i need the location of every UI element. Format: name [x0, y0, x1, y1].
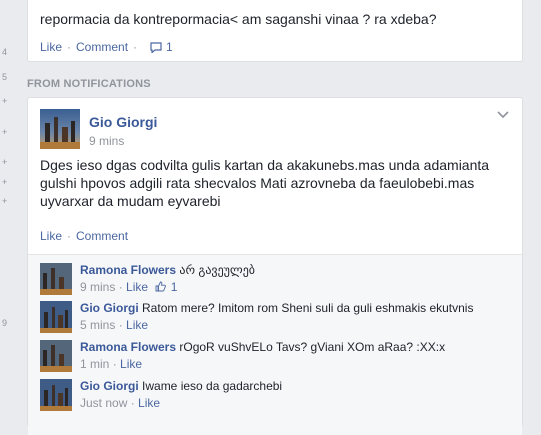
comment-text: Ratom mere? Imitom rom Sheni suli da gul… [142, 301, 474, 315]
comment-line: Ramona Flowers rOgoR vuShvELo Tavs? gVia… [80, 340, 445, 354]
comment-item: Ramona Flowers არ გავეულებ 9 mins · Like… [40, 263, 510, 297]
left-rail: 4 5 + + + + + 9 [0, 0, 14, 416]
comment-avatar[interactable] [40, 340, 72, 372]
separator-dot: · [118, 318, 127, 332]
comment-line: Ramona Flowers არ გავეულებ [80, 263, 255, 277]
comment-time[interactable]: 1 min [80, 357, 109, 371]
like-link[interactable]: Like [40, 229, 62, 243]
rail-mark: + [2, 196, 8, 206]
rail-mark: 9 [2, 318, 8, 328]
comment-text: Iwame ieso da gadarchebi [142, 379, 283, 393]
comment-line: Gio Giorgi Ratom mere? Imitom rom Sheni … [80, 301, 473, 315]
post-actions: Like · Comment [40, 229, 128, 243]
comment-time[interactable]: 5 mins [80, 318, 115, 332]
comment-text: არ გავეულებ [179, 263, 256, 277]
previous-post-card: repormacia da kontrepormacia< am sagansh… [27, 0, 523, 62]
comment-like-link[interactable]: Like [126, 318, 148, 332]
comment-author[interactable]: Gio Giorgi [80, 301, 139, 315]
comment-like-link[interactable]: Like [120, 357, 142, 371]
author-avatar[interactable] [40, 109, 80, 149]
rail-mark: 4 [2, 47, 8, 57]
rail-mark: + [2, 96, 8, 106]
comment-link[interactable]: Comment [76, 229, 128, 243]
comment-like-link[interactable]: Like [126, 280, 148, 294]
rail-mark: + [2, 127, 8, 137]
post-author-name[interactable]: Gio Giorgi [89, 114, 157, 130]
separator-dot: · [67, 229, 72, 243]
rail-mark: + [2, 157, 8, 167]
post-timestamp[interactable]: 9 mins [89, 134, 124, 148]
separator-dot: · [67, 40, 72, 54]
comment-author[interactable]: Gio Giorgi [80, 379, 139, 393]
comment-avatar[interactable] [40, 301, 72, 333]
rail-mark: + [2, 177, 8, 187]
section-heading: FROM NOTIFICATIONS [27, 78, 151, 90]
comment-bubble-icon[interactable] [150, 41, 162, 53]
post-body: Dges ieso dgas codvilta gulis kartan da … [40, 156, 505, 210]
comment-meta: Just now · Like [80, 396, 160, 410]
separator-dot: · [118, 280, 127, 294]
comment-item: Gio Giorgi Ratom mere? Imitom rom Sheni … [40, 301, 510, 335]
comment-avatar[interactable] [40, 263, 72, 295]
post-text: Dges ieso dgas codvilta gulis kartan da … [40, 157, 490, 209]
comments-section: Ramona Flowers არ გავეულებ 9 mins · Like… [28, 254, 522, 435]
comment-meta: 1 min · Like [80, 357, 142, 371]
like-link[interactable]: Like [40, 40, 62, 54]
comment-text: rOgoR vuShvELo Tavs? gViani XOm aRaa? :X… [179, 340, 446, 354]
previous-post-actions: Like · Comment · 1 [40, 40, 173, 54]
post-card: Gio Giorgi 9 mins Dges ieso dgas codvilt… [27, 97, 523, 435]
comment-time[interactable]: 9 mins [80, 280, 115, 294]
comment-time[interactable]: Just now [80, 396, 127, 410]
separator-dot: · [133, 40, 138, 54]
comment-like-count[interactable]: 1 [171, 280, 178, 294]
chevron-down-icon[interactable] [496, 110, 510, 120]
comment-like-link[interactable]: Like [138, 396, 160, 410]
comment-meta: 5 mins · Like [80, 318, 148, 332]
comment-count[interactable]: 1 [166, 40, 173, 54]
comment-link[interactable]: Comment [76, 40, 128, 54]
comment-avatar[interactable] [40, 379, 72, 411]
rail-mark: 5 [2, 72, 8, 82]
comment-line: Gio Giorgi Iwame ieso da gadarchebi [80, 379, 282, 393]
separator-dot: · [130, 396, 139, 410]
comment-meta: 9 mins · Like 1 [80, 280, 177, 294]
separator-dot: · [112, 357, 121, 371]
comment-item: Gio Giorgi Iwame ieso da gadarchebi Just… [40, 379, 510, 413]
comment-item: Ramona Flowers rOgoR vuShvELo Tavs? gVia… [40, 340, 510, 374]
previous-post-text: repormacia da kontrepormacia< am sagansh… [40, 11, 437, 27]
comment-author[interactable]: Ramona Flowers [80, 263, 176, 277]
comment-author[interactable]: Ramona Flowers [80, 340, 176, 354]
thumbs-up-icon [155, 281, 167, 292]
